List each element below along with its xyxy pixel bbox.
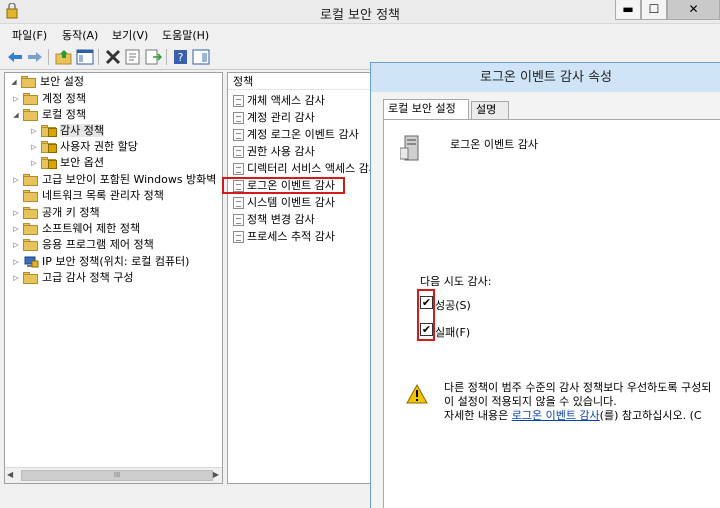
- tree-item-account-policies[interactable]: ▷ 계정 정책: [11, 91, 86, 107]
- folder-icon: [23, 207, 39, 219]
- tree-expander-icon[interactable]: ▷: [11, 237, 21, 253]
- title-bar: 로컬 보안 정책 ▬ ☐ ✕: [0, 0, 720, 24]
- policy-name: 로그온 이벤트 감사: [450, 138, 538, 151]
- help-icon[interactable]: ?: [172, 49, 190, 65]
- warning-text-line-3: 자세한 내용은 로그온 이벤트 감사(를) 참고하십시오. (C: [444, 409, 702, 422]
- policy-icon: [233, 197, 244, 209]
- toolbar-separator: [48, 49, 49, 65]
- folder-icon: [23, 109, 39, 121]
- tab-explain[interactable]: 설명: [471, 101, 509, 119]
- tree-expander-icon[interactable]: ▷: [29, 123, 39, 139]
- security-settings-tree: ◢ 보안 설정 ▷ 계정 정책 ◢ 로컬 정책 ▷ 감사 정책 ▷ 사용자 권한 할당 ▷…: [4, 72, 223, 484]
- svg-text:?: ?: [178, 51, 184, 64]
- properties-icon[interactable]: [124, 49, 142, 65]
- policy-icon: [233, 163, 244, 175]
- list-item[interactable]: 권한 사용 감사: [233, 144, 315, 160]
- toolbar-separator: [98, 49, 99, 65]
- folder-icon: [21, 76, 37, 88]
- scroll-left-icon[interactable]: ◀: [7, 470, 13, 479]
- tree-expander-icon[interactable]: ▷: [11, 254, 21, 270]
- folder-lock-icon: [41, 141, 57, 153]
- warning-icon: [406, 384, 428, 404]
- list-item[interactable]: 디렉터리 서비스 액세스 감사: [233, 161, 376, 177]
- close-button[interactable]: ✕: [667, 0, 720, 20]
- help-link[interactable]: 로그온 이벤트 감사: [512, 409, 600, 422]
- policy-list: 정책 개체 액세스 감사 계정 관리 감사 계정 로그온 이벤트 감사 권한 사…: [227, 72, 377, 484]
- tree-item-public-key-policies[interactable]: ▷ 공개 키 정책: [11, 205, 100, 221]
- folder-icon: [23, 223, 39, 235]
- tree-expander-icon[interactable]: ▷: [11, 221, 21, 237]
- policy-icon: [233, 231, 244, 243]
- tree-expander-icon[interactable]: ▷: [29, 139, 39, 155]
- policy-column-header[interactable]: 정책: [228, 73, 376, 90]
- delete-icon[interactable]: [104, 49, 122, 65]
- audit-attempts-label: 다음 시도 감사:: [420, 275, 492, 288]
- list-item[interactable]: 정책 변경 감사: [233, 212, 315, 228]
- tree-item-network-list-manager[interactable]: 네트워크 목록 관리자 정책: [11, 188, 164, 204]
- logon-events-highlight-box: [222, 177, 345, 194]
- window-title: 로컬 보안 정책: [319, 8, 401, 23]
- tree-expander-icon[interactable]: ▷: [11, 172, 21, 188]
- forward-arrow-icon[interactable]: [26, 49, 44, 65]
- menu-file[interactable]: 파일(F): [12, 27, 47, 43]
- folder-icon: [23, 239, 39, 251]
- folder-icon: [23, 174, 39, 186]
- folder-icon: [23, 190, 39, 202]
- tree-expander-icon[interactable]: ▷: [11, 91, 21, 107]
- list-item[interactable]: 프로세스 추적 감사: [233, 229, 335, 245]
- show-panel-icon[interactable]: [192, 49, 210, 65]
- menu-bar: 파일(F) 동작(A) 보기(V) 도움말(H): [0, 24, 720, 44]
- list-item[interactable]: 시스템 이벤트 감사: [233, 195, 335, 211]
- folder-icon: [23, 93, 39, 105]
- minimize-button[interactable]: ▬: [615, 0, 641, 20]
- tree-expander-icon[interactable]: ▷: [11, 205, 21, 221]
- tree-item-user-rights-assignment[interactable]: ▷ 사용자 권한 할당: [29, 139, 138, 155]
- menu-action[interactable]: 동작(A): [62, 27, 98, 43]
- server-icon: [400, 135, 419, 161]
- checkbox-highlight-box: [417, 289, 435, 341]
- maximize-button[interactable]: ☐: [641, 0, 667, 20]
- scroll-thumb[interactable]: III: [21, 470, 213, 481]
- tree-expander-icon[interactable]: ◢: [9, 74, 19, 90]
- menu-help[interactable]: 도움말(H): [162, 27, 209, 43]
- success-label[interactable]: 성공(S): [435, 297, 471, 313]
- policy-icon: [233, 129, 244, 141]
- policy-icon: [233, 146, 244, 158]
- tree-item-ip-security[interactable]: ▷ IP 보안 정책(위치: 로컬 컴퓨터): [11, 254, 189, 270]
- tab-page: 로그온 이벤트 감사 다음 시도 감사: ✔ 성공(S) ✔ 실패(F) 다른 …: [383, 119, 720, 508]
- list-item[interactable]: 개체 액세스 감사: [233, 93, 325, 109]
- properties-dialog: 로그온 이벤트 감사 속성 로컬 보안 설정 설명 로그온 이벤트 감사 다음 …: [370, 62, 720, 508]
- scroll-right-icon[interactable]: ▶: [213, 470, 219, 479]
- menu-view[interactable]: 보기(V): [112, 27, 148, 43]
- tree-item-security-options[interactable]: ▷ 보안 옵션: [29, 155, 104, 171]
- policy-icon: [233, 95, 244, 107]
- tree-item-security-settings[interactable]: ◢ 보안 설정: [9, 74, 84, 90]
- tree-expander-icon[interactable]: ▷: [29, 155, 39, 171]
- tab-local-security-setting[interactable]: 로컬 보안 설정: [383, 99, 469, 119]
- tree-item-software-restriction[interactable]: ▷ 소프트웨어 제한 정책: [11, 221, 140, 237]
- policy-icon: [233, 214, 244, 226]
- export-list-icon[interactable]: [144, 49, 162, 65]
- tree-expander-icon[interactable]: ◢: [11, 107, 21, 123]
- ip-security-icon: [24, 256, 39, 268]
- failure-label[interactable]: 실패(F): [435, 324, 470, 340]
- list-item[interactable]: 계정 로그온 이벤트 감사: [233, 127, 359, 143]
- back-arrow-icon[interactable]: [6, 49, 24, 65]
- tree-item-advanced-audit[interactable]: ▷ 고급 감사 정책 구성: [11, 270, 133, 286]
- dialog-title: 로그온 이벤트 감사 속성: [371, 63, 720, 92]
- tree-horizontal-scrollbar[interactable]: ◀ III ▶: [5, 467, 222, 483]
- show-hide-tree-icon[interactable]: [76, 49, 94, 65]
- tree-item-local-policies[interactable]: ◢ 로컬 정책: [11, 107, 86, 123]
- folder-lock-icon: [41, 157, 57, 169]
- folder-lock-icon: [41, 125, 57, 137]
- folder-icon: [23, 272, 39, 284]
- tree-item-windows-firewall[interactable]: ▷ 고급 보안이 포함된 Windows 방화벽: [11, 172, 216, 188]
- tree-item-audit-policy[interactable]: ▷ 감사 정책: [29, 123, 104, 139]
- up-folder-icon[interactable]: [55, 49, 73, 65]
- toolbar-separator: [166, 49, 167, 65]
- tree-item-application-control[interactable]: ▷ 응용 프로그램 제어 정책: [11, 237, 154, 253]
- tree-expander-icon[interactable]: ▷: [11, 270, 21, 286]
- list-item[interactable]: 계정 관리 감사: [233, 110, 315, 126]
- policy-icon: [233, 112, 244, 124]
